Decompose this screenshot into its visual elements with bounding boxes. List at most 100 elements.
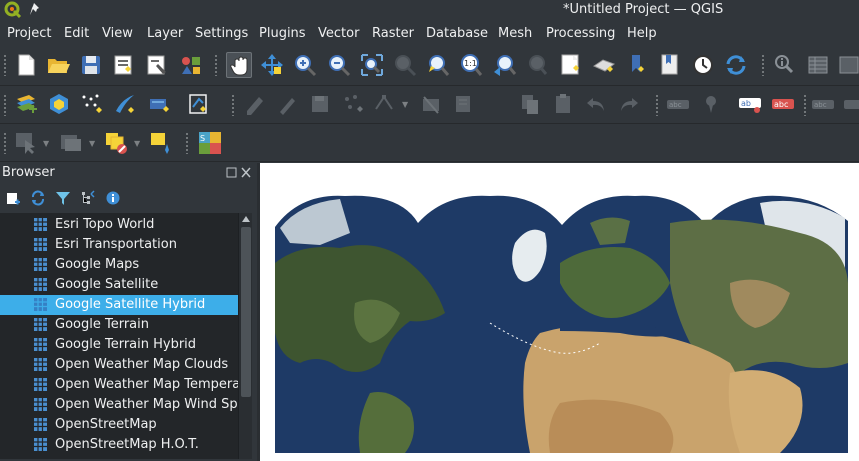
- zoom-last-icon[interactable]: [492, 52, 518, 78]
- list-item[interactable]: Esri Transportation: [0, 235, 238, 255]
- new-map-view-icon[interactable]: [558, 52, 584, 78]
- browser-scrollbar[interactable]: [238, 213, 252, 459]
- pin-icon[interactable]: [29, 2, 43, 16]
- toolbar-handle[interactable]: [231, 94, 235, 116]
- toolbar-overflow-icon[interactable]: [838, 52, 859, 78]
- toolbar-handle[interactable]: [803, 94, 807, 116]
- toolbar-handle[interactable]: [3, 54, 7, 76]
- show-bookmarks-icon[interactable]: [657, 52, 683, 78]
- refresh-icon[interactable]: [30, 190, 46, 206]
- map-canvas[interactable]: [260, 163, 859, 461]
- undo-icon[interactable]: [583, 91, 609, 117]
- list-item[interactable]: Google Satellite: [0, 275, 238, 295]
- select-features-icon[interactable]: [13, 130, 39, 156]
- deselect-all-icon[interactable]: [103, 130, 129, 156]
- list-item[interactable]: OpenStreetMap: [0, 415, 238, 435]
- scroll-thumb[interactable]: [241, 227, 251, 397]
- save-edits-icon[interactable]: [307, 91, 333, 117]
- toolbar-handle[interactable]: [761, 54, 765, 76]
- zoom-next-icon[interactable]: [525, 52, 551, 78]
- quickmapservices-icon[interactable]: S: [197, 130, 223, 156]
- temporal-controller-icon[interactable]: [690, 52, 716, 78]
- filter-browser-icon[interactable]: [55, 190, 71, 206]
- list-item[interactable]: Esri Topo World: [0, 215, 238, 235]
- menu-project[interactable]: Project: [7, 26, 51, 41]
- zoom-in-icon[interactable]: [292, 52, 318, 78]
- zoom-to-selection-icon[interactable]: [392, 52, 418, 78]
- collapse-all-icon[interactable]: [80, 190, 96, 206]
- cut-features-icon[interactable]: [450, 91, 476, 117]
- rotate-label-icon[interactable]: [842, 91, 859, 117]
- zoom-out-icon[interactable]: [326, 52, 352, 78]
- chevron-down-icon[interactable]: ▼: [134, 139, 140, 148]
- delete-selected-icon[interactable]: [418, 91, 444, 117]
- list-item[interactable]: Google Terrain: [0, 315, 238, 335]
- list-item[interactable]: Google Terrain Hybrid: [0, 335, 238, 355]
- chevron-down-icon[interactable]: ▼: [43, 139, 49, 148]
- menu-database[interactable]: Database: [426, 26, 488, 41]
- zoom-to-native-resolution-icon[interactable]: 1:1: [458, 52, 484, 78]
- select-by-value-icon[interactable]: [58, 130, 84, 156]
- pan-map-icon[interactable]: [226, 52, 252, 78]
- new-3d-map-view-icon[interactable]: [591, 52, 617, 78]
- refresh-icon[interactable]: [723, 52, 749, 78]
- identify-features-icon[interactable]: [772, 52, 798, 78]
- menu-mesh[interactable]: Mesh: [498, 26, 532, 41]
- menu-layer[interactable]: Layer: [147, 26, 183, 41]
- open-project-icon[interactable]: [45, 52, 71, 78]
- data-source-manager-icon[interactable]: [13, 91, 39, 117]
- list-item[interactable]: Open Weather Map Wind Spee: [0, 395, 238, 415]
- menu-processing[interactable]: Processing: [546, 26, 615, 41]
- new-bookmark-icon[interactable]: [624, 52, 650, 78]
- menu-raster[interactable]: Raster: [372, 26, 414, 41]
- copy-features-icon[interactable]: [517, 91, 543, 117]
- paste-features-icon[interactable]: [550, 91, 576, 117]
- menu-vector[interactable]: Vector: [318, 26, 359, 41]
- add-selected-layers-icon[interactable]: [5, 190, 21, 206]
- list-item-selected[interactable]: Google Satellite Hybrid: [0, 295, 238, 315]
- label-toolbar-icon[interactable]: abc: [665, 91, 691, 117]
- menu-edit[interactable]: Edit: [64, 26, 89, 41]
- pin-label-icon[interactable]: [698, 91, 724, 117]
- list-item[interactable]: OpenStreetMap H.O.T.: [0, 435, 238, 455]
- new-print-layout-icon[interactable]: [111, 52, 137, 78]
- toolbar-handle[interactable]: [3, 94, 7, 116]
- show-map-tips-icon[interactable]: [148, 130, 174, 156]
- pan-to-selection-icon[interactable]: [259, 52, 285, 78]
- scroll-up-arrow-icon[interactable]: [242, 216, 250, 222]
- vertex-tool-icon[interactable]: [372, 91, 398, 117]
- new-temporary-layer-icon[interactable]: [185, 91, 211, 117]
- toolbar-handle[interactable]: [185, 132, 189, 154]
- style-manager-icon[interactable]: [178, 52, 204, 78]
- new-shapefile-layer-icon[interactable]: [79, 91, 105, 117]
- zoom-full-icon[interactable]: [359, 52, 385, 78]
- current-edits-icon[interactable]: [274, 91, 300, 117]
- toolbar-handle[interactable]: [214, 54, 218, 76]
- chevron-down-icon[interactable]: ▼: [402, 100, 408, 109]
- open-attribute-table-icon[interactable]: [805, 52, 831, 78]
- toolbar-handle[interactable]: [655, 94, 659, 116]
- new-geopackage-layer-icon[interactable]: [46, 91, 72, 117]
- save-project-icon[interactable]: [78, 52, 104, 78]
- new-virtual-layer-icon[interactable]: [146, 91, 172, 117]
- show-hide-labels-icon[interactable]: ab: [737, 91, 763, 117]
- new-project-icon[interactable]: [13, 52, 39, 78]
- menu-settings[interactable]: Settings: [195, 26, 248, 41]
- toolbar-handle[interactable]: [3, 132, 7, 154]
- list-item[interactable]: Open Weather Map Clouds: [0, 355, 238, 375]
- menu-view[interactable]: View: [102, 26, 133, 41]
- new-spatialite-layer-icon[interactable]: [112, 91, 138, 117]
- menu-plugins[interactable]: Plugins: [259, 26, 306, 41]
- dock-buttons[interactable]: [226, 167, 252, 179]
- browser-tree[interactable]: Esri Topo World Esri Transportation Goog…: [0, 213, 238, 459]
- toggle-editing-icon[interactable]: [242, 91, 268, 117]
- move-label-icon[interactable]: abc: [810, 91, 836, 117]
- chevron-down-icon[interactable]: ▼: [89, 139, 95, 148]
- menu-help[interactable]: Help: [627, 26, 657, 41]
- add-feature-icon[interactable]: [340, 91, 366, 117]
- zoom-to-layer-icon[interactable]: [425, 52, 451, 78]
- highlight-pinned-labels-icon[interactable]: abc: [770, 91, 796, 117]
- redo-icon[interactable]: [616, 91, 642, 117]
- show-layout-manager-icon[interactable]: [144, 52, 170, 78]
- list-item[interactable]: Open Weather Map Temperatu: [0, 375, 238, 395]
